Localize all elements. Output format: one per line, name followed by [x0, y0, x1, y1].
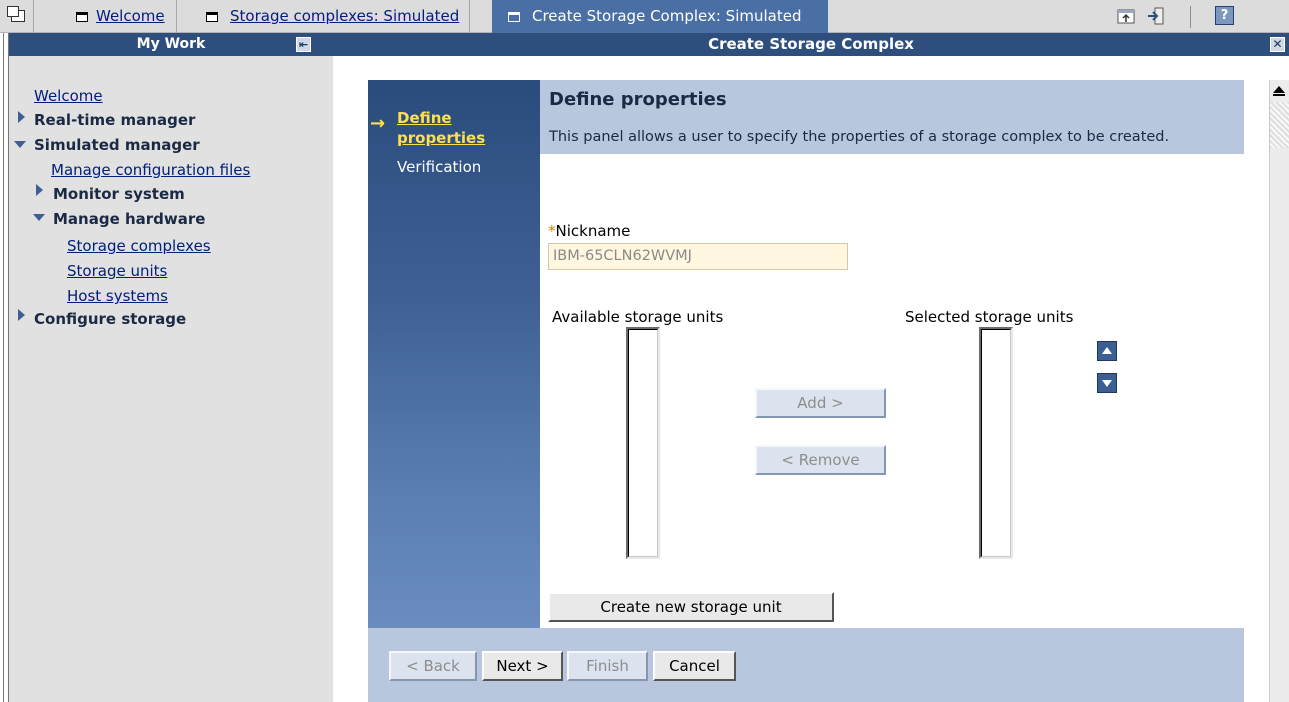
selected-units-label: Selected storage units [905, 308, 1074, 326]
cancel-button[interactable]: Cancel [653, 651, 736, 681]
content-header: Create Storage Complex ✕ [333, 33, 1289, 56]
nav-storage-complexes[interactable]: Storage complexes [67, 237, 211, 255]
remove-button[interactable]: < Remove [755, 445, 886, 475]
selected-units-list[interactable] [979, 327, 1013, 559]
help-icon[interactable]: ? [1215, 6, 1234, 25]
nav-configure-storage[interactable]: Configure storage [34, 310, 186, 328]
required-marker: * [548, 222, 556, 240]
nav-simulated-manager[interactable]: Simulated manager [34, 136, 200, 154]
window-icon [508, 12, 520, 22]
page-description: This panel allows a user to specify the … [549, 129, 1170, 145]
expand-arrow-icon[interactable] [18, 111, 25, 123]
scroll-top-icon[interactable] [1273, 86, 1285, 96]
nav-welcome[interactable]: Welcome [34, 87, 103, 105]
nav-manage-configuration-files[interactable]: Manage configuration files [51, 161, 250, 179]
create-new-storage-unit-button[interactable]: Create new storage unit [548, 592, 834, 622]
step-label-line2: properties [397, 129, 486, 147]
close-icon[interactable]: ✕ [1270, 37, 1285, 52]
logout-icon[interactable] [1147, 7, 1165, 25]
nav-real-time-manager[interactable]: Real-time manager [34, 111, 195, 129]
launch-icon[interactable] [1117, 7, 1135, 25]
nickname-label-text: Nickname [555, 222, 631, 240]
nav-monitor-system[interactable]: Monitor system [53, 185, 185, 203]
step-label-line1: Define [397, 109, 452, 127]
panel-toggle-icon [7, 6, 25, 22]
scrollbar-thumb[interactable] [1270, 102, 1289, 148]
content-title: Create Storage Complex [708, 35, 914, 53]
wizard-step-define-properties[interactable]: Define properties [397, 108, 485, 148]
back-button[interactable]: < Back [389, 651, 477, 681]
nav-storage-units[interactable]: Storage units [67, 262, 167, 280]
tab-create-storage-complex[interactable]: Create Storage Complex: Simulated [492, 0, 828, 33]
expand-arrow-icon[interactable] [36, 184, 43, 196]
wizard-step-verification: Verification [397, 158, 482, 176]
collapse-arrow-icon[interactable] [14, 141, 26, 148]
expand-arrow-icon[interactable] [18, 309, 25, 321]
move-up-icon[interactable] [1097, 341, 1117, 361]
collapse-arrow-icon[interactable] [33, 214, 45, 221]
window-icon [76, 12, 88, 22]
next-button[interactable]: Next > [482, 651, 563, 681]
page-title: Define properties [549, 89, 727, 110]
available-units-label: Available storage units [552, 308, 724, 326]
tab-welcome[interactable]: Welcome [58, 0, 177, 33]
nickname-field[interactable]: IBM-65CLN62WVMJ [548, 243, 848, 270]
add-button[interactable]: Add > [755, 388, 886, 418]
window-border [0, 33, 9, 702]
current-step-arrow-icon: → [370, 113, 386, 134]
vertical-scrollbar[interactable] [1269, 80, 1289, 702]
finish-button[interactable]: Finish [567, 651, 648, 681]
panel-toggle-button[interactable] [0, 0, 34, 33]
mywork-header: My Work ⇤ [9, 33, 333, 56]
move-down-icon[interactable] [1097, 373, 1117, 393]
nav-manage-hardware[interactable]: Manage hardware [53, 210, 205, 228]
toolbar-separator [1190, 6, 1191, 28]
collapse-panel-icon[interactable]: ⇤ [296, 37, 311, 52]
mywork-title: My Work [136, 36, 206, 52]
window-icon [206, 12, 218, 22]
available-units-list[interactable] [626, 327, 660, 559]
tab-bar: Welcome Storage complexes: Simulated Cre… [0, 0, 1289, 33]
tab-storage-complexes[interactable]: Storage complexes: Simulated [192, 0, 471, 33]
nav-host-systems[interactable]: Host systems [67, 287, 168, 305]
nickname-label: *Nickname [548, 222, 630, 240]
